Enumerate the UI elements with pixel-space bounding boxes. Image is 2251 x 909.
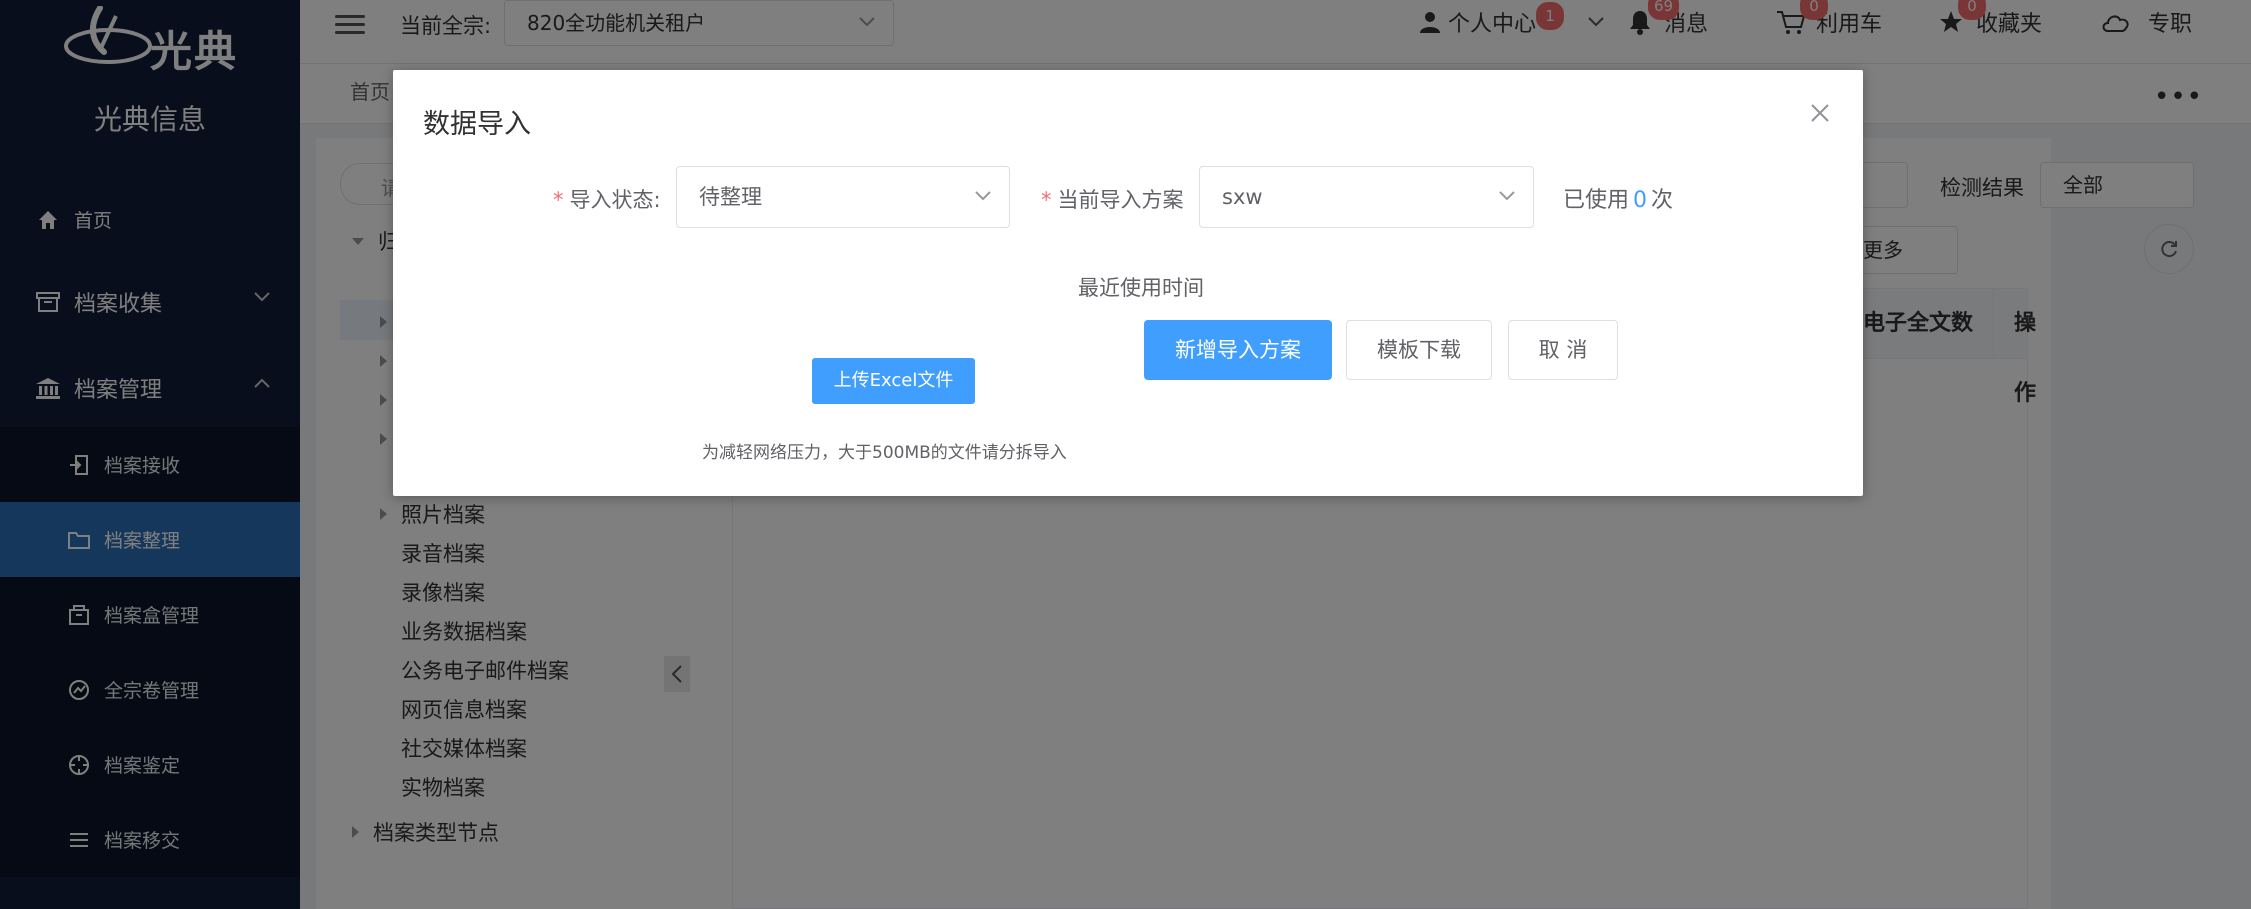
import-status-value: 待整理 bbox=[699, 185, 762, 209]
upload-hint: 为减轻网络压力，大于500MB的文件请分拆导入 bbox=[702, 443, 1067, 463]
recent-use-time: 最近使用时间 bbox=[1078, 276, 1204, 300]
dialog-title: 数据导入 bbox=[423, 109, 531, 140]
template-download-button[interactable]: 模板下载 bbox=[1346, 320, 1492, 380]
chevron-down-icon bbox=[975, 191, 991, 201]
chevron-down-icon bbox=[1499, 191, 1515, 201]
usage-suffix: 次 bbox=[1651, 188, 1674, 213]
upload-excel-button[interactable]: 上传Excel文件 bbox=[812, 358, 975, 404]
add-scheme-button[interactable]: 新增导入方案 bbox=[1144, 320, 1332, 380]
import-status-label-text: 导入状态: bbox=[569, 188, 661, 212]
import-scheme-select[interactable]: sxw bbox=[1199, 166, 1534, 228]
usage-count-text: 已使用 0 次 bbox=[1563, 182, 1673, 214]
cancel-button[interactable]: 取 消 bbox=[1508, 320, 1618, 380]
usage-count: 0 bbox=[1633, 188, 1648, 213]
import-scheme-label-text: 当前导入方案 bbox=[1057, 188, 1184, 212]
data-import-dialog: 数据导入 * 导入状态: 待整理 * 当前导入方案 sxw 已使用 0 次 最近使用时间… bbox=[393, 70, 1863, 496]
import-status-select[interactable]: 待整理 bbox=[676, 166, 1010, 228]
required-asterisk: * bbox=[1041, 188, 1052, 212]
import-status-label: * 导入状态: bbox=[553, 184, 661, 214]
import-scheme-value: sxw bbox=[1222, 185, 1263, 209]
usage-prefix: 已使用 bbox=[1563, 188, 1630, 213]
import-scheme-label: * 当前导入方案 bbox=[1041, 184, 1184, 214]
close-icon[interactable] bbox=[1807, 100, 1833, 126]
required-asterisk: * bbox=[553, 188, 564, 212]
